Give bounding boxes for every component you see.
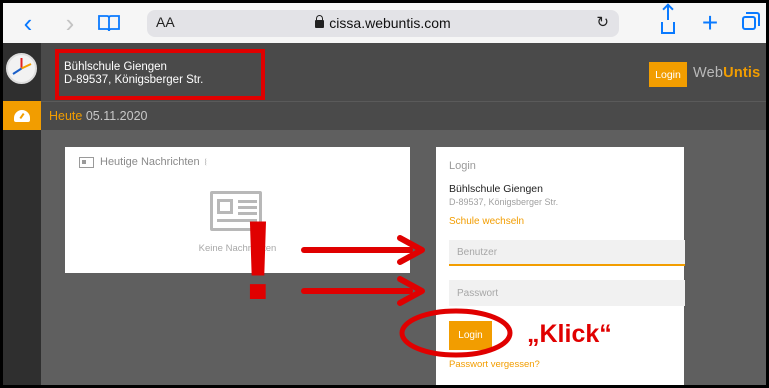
back-icon[interactable]: ‹ xyxy=(17,8,39,38)
clock-logo-icon[interactable] xyxy=(6,53,37,84)
login-title: Login xyxy=(449,160,476,172)
reload-icon[interactable]: ↻ xyxy=(596,13,609,31)
forgot-password-link[interactable]: Passwort vergessen? xyxy=(449,359,540,370)
sidebar-item-dashboard[interactable] xyxy=(3,101,41,130)
forward-icon[interactable]: › xyxy=(59,8,81,38)
share-icon[interactable] xyxy=(657,6,679,37)
tabs-overview-icon[interactable] xyxy=(738,9,760,37)
rss-icon[interactable]: ⧙ xyxy=(205,157,207,168)
brand-web: Web xyxy=(693,65,724,81)
password-input[interactable]: Passwort xyxy=(449,280,685,306)
lock-icon xyxy=(315,15,325,28)
today-indicator: Heute 05.11.2020 xyxy=(49,109,148,123)
webuntis-logo: WebUntis xyxy=(693,65,760,81)
newspaper-large-icon xyxy=(210,191,262,231)
browser-toolbar: ‹ › AA cissa.webuntis.com ↻ + xyxy=(3,3,766,43)
sidebar xyxy=(3,43,41,385)
newspaper-icon xyxy=(79,156,94,168)
news-widget: Heutige Nachrichten ⧙ Keine Nachrichten xyxy=(65,147,410,273)
dashboard-icon xyxy=(14,109,30,122)
header-login-button[interactable]: Login xyxy=(649,62,687,87)
main-content: Heutige Nachrichten ⧙ Keine Nachrichten … xyxy=(41,130,766,385)
url-text[interactable]: cissa.webuntis.com xyxy=(147,15,619,31)
login-school-address: D-89537, Königsberger Str. xyxy=(449,197,559,207)
switch-school-link[interactable]: Schule wechseln xyxy=(449,216,524,227)
bookmarks-icon[interactable] xyxy=(95,9,123,37)
address-bar[interactable]: AA cissa.webuntis.com ↻ xyxy=(147,10,619,37)
webuntis-app: Bühlschule Giengen D-89537, Königsberger… xyxy=(3,43,766,385)
new-tab-icon[interactable]: + xyxy=(699,7,721,38)
date-bar: Heute 05.11.2020 xyxy=(41,101,766,130)
brand-untis: Untis xyxy=(723,65,761,81)
username-input[interactable]: Benutzer xyxy=(449,240,685,266)
login-submit-button[interactable]: Login xyxy=(449,321,492,350)
login-panel: Login Bühlschule Giengen D-89537, Königs… xyxy=(436,147,685,385)
annotation-highlight-box xyxy=(55,49,265,100)
today-date: 05.11.2020 xyxy=(85,109,148,123)
screenshot-frame: ‹ › AA cissa.webuntis.com ↻ + Bühlschule… xyxy=(0,0,769,388)
news-empty-text: Keine Nachrichten xyxy=(198,243,277,254)
login-school-name: Bühlschule Giengen xyxy=(449,183,543,195)
news-widget-title: Heutige Nachrichten ⧙ xyxy=(79,156,207,168)
header: Bühlschule Giengen D-89537, Königsberger… xyxy=(41,43,766,101)
